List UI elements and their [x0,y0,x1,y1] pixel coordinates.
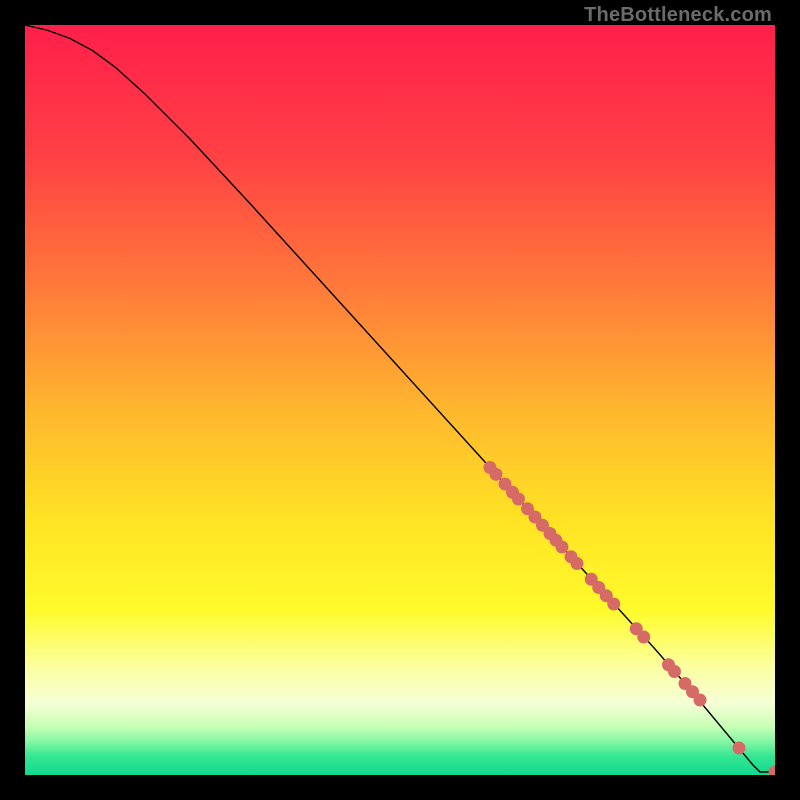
watermark-label: TheBottleneck.com [584,4,772,27]
data-point [607,598,620,611]
data-point [512,493,525,506]
data-point [490,468,503,481]
data-point [556,541,569,554]
data-point [733,742,746,755]
data-point [637,631,650,644]
data-point [571,557,584,570]
data-point [694,694,707,707]
data-point [668,665,681,678]
chart-svg [25,25,775,775]
chart-container: TheBottleneck.com [0,0,800,800]
plot-area [25,25,775,775]
